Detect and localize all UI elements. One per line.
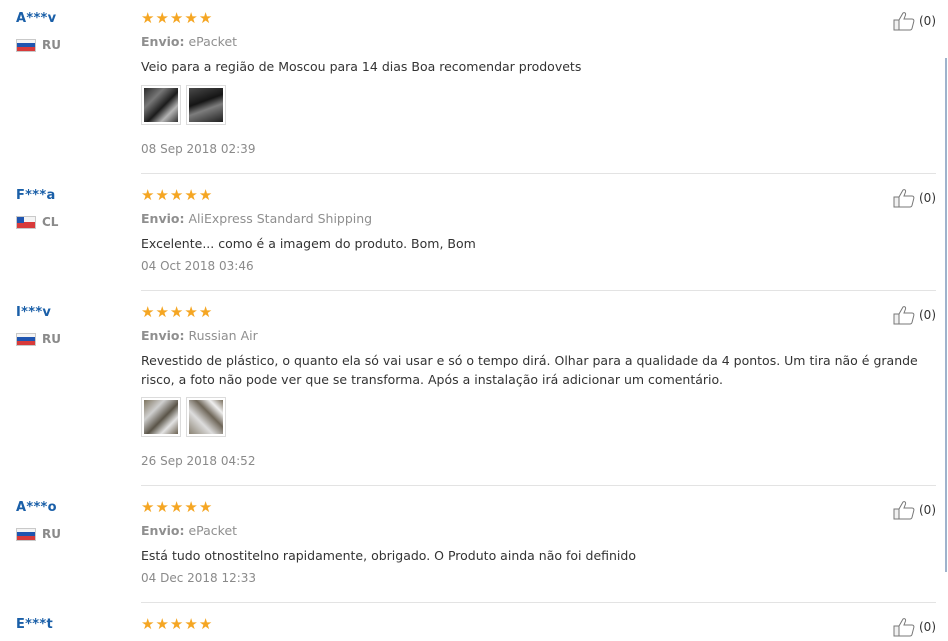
review-text: Excelente... como é a imagem do produto.… [141,236,476,251]
review-text: Está tudo otnostitelno rapidamente, obri… [141,548,636,563]
star-icon: ★ [169,498,184,516]
star-icon: ★ [155,498,169,516]
thumbs-up-icon [893,501,915,520]
star-icon: ★ [141,9,155,27]
shipping-label: Envio: [141,523,185,538]
star-rating: ★ ★ ★ ★ ★ [141,188,212,203]
shipping-info: Envio: ePacket [141,34,237,49]
star-icon: ★ [198,303,213,321]
russia-flag-icon [16,527,36,541]
star-icon: ★ [198,186,213,204]
chile-flag-icon [16,215,36,229]
reviewer-country: RU [16,332,61,346]
helpful-button[interactable]: (0) [893,617,936,637]
reviewer-country: CL [16,215,58,229]
star-rating: ★ ★ ★ ★ ★ [141,305,212,320]
review-divider [141,290,936,291]
country-code: RU [42,527,61,541]
review-photo-thumbnail[interactable] [186,397,226,437]
review-photos [141,85,226,125]
star-icon: ★ [184,303,198,321]
helpful-button[interactable]: (0) [893,500,936,520]
helpful-button[interactable]: (0) [893,188,936,208]
shipping-method: ePacket [188,34,238,49]
star-icon: ★ [155,186,169,204]
star-icon: ★ [198,9,213,27]
review-photo-thumbnail[interactable] [186,85,226,125]
russia-flag-icon [16,38,36,52]
reviewer-name: A***v [16,11,57,26]
helpful-count: (0) [919,503,936,517]
review-date: 08 Sep 2018 02:39 [141,142,256,156]
review-photos [141,397,226,437]
thumbs-up-icon [893,189,915,208]
star-icon: ★ [198,615,213,633]
star-icon: ★ [155,303,169,321]
star-icon: ★ [198,498,213,516]
star-icon: ★ [169,615,184,633]
review-divider [141,173,936,174]
star-rating: ★ ★ ★ ★ ★ [141,11,212,26]
thumbs-up-icon [893,12,915,31]
star-rating: ★ ★ ★ ★ ★ [141,617,212,632]
review-photo-thumbnail[interactable] [141,85,181,125]
star-rating: ★ ★ ★ ★ ★ [141,500,212,515]
helpful-button[interactable]: (0) [893,11,936,31]
helpful-count: (0) [919,620,936,634]
review-divider [141,485,936,486]
star-icon: ★ [184,9,198,27]
review-text: Revestido de plástico, o quanto ela só v… [141,353,918,387]
country-code: RU [42,332,61,346]
review-photo-thumbnail[interactable] [141,397,181,437]
review-date: 04 Oct 2018 03:46 [141,259,254,273]
star-icon: ★ [184,186,198,204]
country-code: RU [42,38,61,52]
russia-flag-icon [16,332,36,346]
shipping-label: Envio: [141,34,185,49]
review-text: Veio para a região de Moscou para 14 dia… [141,59,582,74]
star-icon: ★ [155,9,169,27]
helpful-count: (0) [919,308,936,322]
reviewer-name: E***t [16,617,53,632]
star-icon: ★ [141,303,155,321]
shipping-method: Russian Air [188,328,258,343]
shipping-method: AliExpress Standard Shipping [188,211,373,226]
star-icon: ★ [169,303,184,321]
star-icon: ★ [141,498,155,516]
shipping-info: Envio: Russian Air [141,328,258,343]
helpful-count: (0) [919,191,936,205]
review-date: 26 Sep 2018 04:52 [141,454,256,468]
shipping-method: ePacket [188,523,238,538]
reviewer-country: RU [16,527,61,541]
shipping-label: Envio: [141,328,185,343]
star-icon: ★ [169,9,184,27]
reviewer-name: I***v [16,305,52,320]
star-icon: ★ [184,615,198,633]
review-date: 04 Dec 2018 12:33 [141,571,257,585]
star-icon: ★ [155,615,169,633]
shipping-info: Envio: ePacket [141,523,237,538]
star-icon: ★ [141,615,155,633]
helpful-count: (0) [919,14,936,28]
shipping-info: Envio: AliExpress Standard Shipping [141,211,372,226]
country-code: CL [42,215,59,229]
reviewer-name: F***a [16,188,56,203]
shipping-label: Envio: [141,211,185,226]
thumbs-up-icon [893,618,915,637]
review-divider [141,602,936,603]
star-icon: ★ [184,498,198,516]
reviewer-name: A***o [16,500,57,515]
thumbs-up-icon [893,306,915,325]
reviewer-country: RU [16,38,61,52]
star-icon: ★ [169,186,184,204]
star-icon: ★ [141,186,155,204]
helpful-button[interactable]: (0) [893,305,936,325]
scrollbar-track[interactable] [945,58,947,572]
